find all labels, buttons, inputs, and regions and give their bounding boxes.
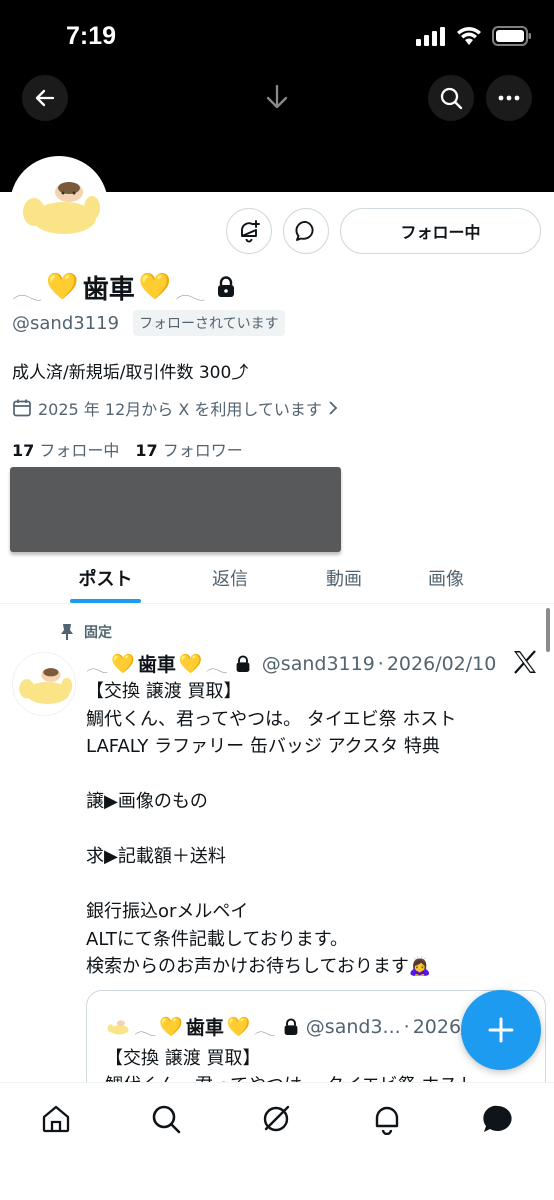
message-icon: [295, 221, 314, 241]
display-name-text: 歯車: [82, 274, 135, 305]
heart-emoji-left: 💛: [46, 272, 79, 302]
nav-home[interactable]: [36, 1099, 76, 1139]
post-separator: ·: [377, 652, 384, 675]
followers-label: フォロワー: [162, 441, 243, 460]
avatar-image: [14, 160, 104, 250]
quote-heart-right: 💛: [226, 1016, 251, 1038]
bell-icon: [375, 1106, 399, 1135]
nav-grok[interactable]: [256, 1099, 296, 1139]
quote-avatar-icon: [107, 1019, 129, 1035]
notify-button[interactable]: [226, 208, 272, 254]
profile-handle: @sand3119: [12, 312, 120, 334]
messages-icon: [483, 1105, 512, 1132]
profile-avatar[interactable]: [10, 156, 108, 254]
post-heart-left: 💛: [111, 653, 135, 675]
wifi-icon: [457, 27, 481, 45]
pinned-label: 固定: [84, 625, 112, 641]
bottom-nav: [0, 1082, 554, 1200]
post-avatar[interactable]: [12, 652, 76, 716]
nav-messages[interactable]: [478, 1099, 518, 1139]
following-count: 17: [12, 441, 35, 460]
signal-icon: [416, 27, 445, 46]
following-label: フォロー中: [39, 441, 120, 460]
more-button[interactable]: [486, 75, 532, 121]
download-icon: [266, 84, 288, 109]
follows-you-badge: フォローされています: [133, 310, 285, 336]
quote-name-deco-right: 𓂃: [253, 1018, 276, 1040]
quote-separator: ·: [403, 1015, 410, 1038]
pinned-label-row: 固定: [60, 622, 112, 642]
name-deco-right: 𓂃: [175, 276, 206, 306]
calendar-icon: [13, 399, 31, 417]
home-icon: [42, 1105, 70, 1133]
nav-notifications[interactable]: [367, 1099, 407, 1139]
following-link[interactable]: 17 フォロー中: [12, 437, 119, 461]
status-icons: [416, 26, 532, 46]
post-name-deco-right: 𓂃: [205, 655, 228, 677]
profile-bio: 成人済/新規垢/取引件数 300⤴: [12, 363, 249, 383]
chevron-right-icon: [329, 401, 338, 415]
post-name-deco-left: 𓂃: [86, 655, 109, 677]
message-button[interactable]: [283, 208, 329, 254]
tab-posts[interactable]: ポスト: [55, 552, 156, 604]
download-button[interactable]: [254, 74, 300, 120]
x-logo-icon[interactable]: [512, 649, 538, 675]
search-icon: [152, 1105, 181, 1134]
handle-row: @sand3119 フォローされています: [12, 310, 285, 336]
more-icon: [498, 95, 520, 101]
redacted-block: [10, 467, 341, 552]
battery-icon: [492, 26, 531, 46]
back-button[interactable]: [22, 75, 68, 121]
plus-icon: [488, 1017, 514, 1043]
heart-emoji-right: 💛: [138, 272, 172, 302]
lock-icon: [236, 654, 250, 672]
quote-handle: @sand3...: [305, 1015, 401, 1038]
followers-count: 17: [135, 441, 158, 460]
followers-link[interactable]: 17 フォロワー: [135, 437, 242, 461]
post-heart-right: 💛: [178, 653, 203, 675]
post-text: 【交換 譲渡 買取】 鯛代くん、君ってやつは。 タイエビ祭 ホスト LAFALY…: [86, 681, 457, 977]
following-button[interactable]: フォロー中: [340, 208, 541, 254]
tab-videos[interactable]: 動画: [294, 552, 394, 604]
name-deco-left: 𓂃: [12, 276, 43, 306]
post-avatar-image: [13, 653, 75, 715]
bell-plus-icon: [241, 220, 260, 243]
display-name: 𓂃 💛 歯車 💛 𓂃: [12, 266, 236, 308]
joined-text: 2025 年 12月から X を利用しています: [38, 400, 322, 419]
quote-header: 𓂃 💛 歯車 💛 𓂃 @sand3... · 2026/0: [105, 1011, 480, 1042]
back-arrow-icon: [35, 89, 55, 107]
lock-icon: [217, 276, 234, 297]
tab-replies[interactable]: 返信: [180, 552, 280, 604]
search-icon: [440, 87, 463, 110]
tab-media[interactable]: 画像: [396, 552, 496, 604]
status-bar: 7:19: [0, 0, 554, 74]
quote-name-deco-left: 𓂃: [134, 1018, 157, 1040]
search-button[interactable]: [428, 75, 474, 121]
post-author-name[interactable]: 歯車: [138, 650, 176, 677]
compose-button[interactable]: [461, 990, 541, 1070]
post-date[interactable]: 2026/02/10: [387, 653, 497, 675]
grok-icon: [263, 1105, 290, 1132]
post-handle: @sand3119: [261, 652, 375, 675]
status-time: 7:19: [66, 22, 117, 50]
lock-icon: [284, 1017, 298, 1035]
quote-heart-left: 💛: [159, 1016, 183, 1038]
joined-date[interactable]: 2025 年 12月から X を利用しています: [12, 396, 338, 420]
quote-author-name: 歯車: [185, 1017, 224, 1039]
profile-tabs: ポスト 返信 動画 画像: [0, 552, 554, 604]
pin-icon: [61, 624, 73, 640]
follow-counts: 17 フォロー中 17 フォロワー: [12, 437, 243, 461]
nav-search[interactable]: [146, 1099, 186, 1139]
post-header: 𓂃 💛 歯車 💛 𓂃 @sand3119 · 2026/02/10: [86, 648, 496, 679]
active-tab-indicator: [70, 599, 141, 603]
scrollbar[interactable]: [546, 608, 550, 652]
